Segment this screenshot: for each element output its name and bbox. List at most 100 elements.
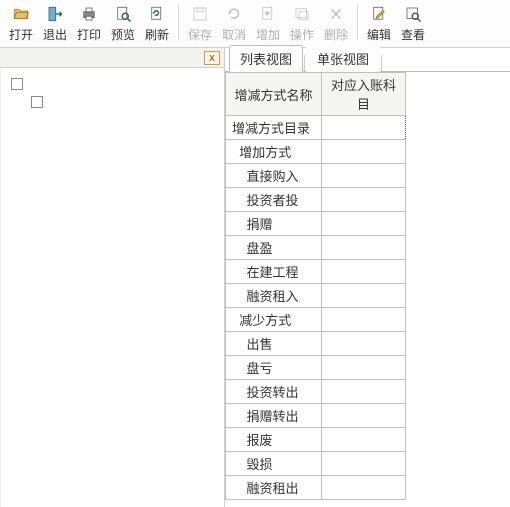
cell-name[interactable]: 投资转出: [226, 380, 322, 404]
delete-label: 删除: [324, 26, 348, 43]
cell-account[interactable]: [322, 332, 406, 356]
operate-label: 操作: [290, 26, 314, 43]
view-icon: [403, 4, 423, 24]
folder-open-icon: [11, 4, 31, 24]
save-icon: [190, 4, 210, 24]
table-row[interactable]: 盘盈: [226, 236, 406, 260]
cell-name[interactable]: 出售: [226, 332, 322, 356]
preview-button[interactable]: 预览: [107, 2, 139, 45]
preview-icon: [113, 4, 133, 24]
cell-account[interactable]: [322, 428, 406, 452]
cell-account[interactable]: [322, 380, 406, 404]
left-pane: x: [0, 48, 225, 507]
cell-account[interactable]: [322, 140, 406, 164]
view-button[interactable]: 查看: [397, 2, 429, 45]
table-row[interactable]: 报废: [226, 428, 406, 452]
right-pane: 列表视图 单张视图 增减方式名称 对应入账科目 增减方式目录 增加方式 直接购入…: [225, 48, 510, 507]
column-header-account[interactable]: 对应入账科目: [322, 73, 406, 116]
toolbar-separator: [178, 4, 179, 40]
table-row[interactable]: 减少方式: [226, 308, 406, 332]
cell-name[interactable]: 直接购入: [226, 164, 322, 188]
tree-view[interactable]: [0, 68, 224, 507]
cell-account[interactable]: [322, 260, 406, 284]
add-icon: [258, 4, 278, 24]
view-label: 查看: [401, 26, 425, 43]
table-row[interactable]: 捐赠: [226, 212, 406, 236]
cell-name[interactable]: 减少方式: [226, 308, 322, 332]
cell-name[interactable]: 捐赠转出: [226, 404, 322, 428]
tabs: 列表视图 单张视图: [225, 48, 510, 72]
cell-account[interactable]: [322, 284, 406, 308]
open-button[interactable]: 打开: [5, 2, 37, 45]
table-row[interactable]: 盘亏: [226, 356, 406, 380]
edit-icon: [369, 4, 389, 24]
refresh-button[interactable]: 刷新: [141, 2, 173, 45]
exit-button[interactable]: 退出: [39, 2, 71, 45]
main-area: x 列表视图 单张视图 增减方式名称 对应入账科目 增减方式目录 增加方式 直接: [0, 48, 510, 507]
cell-account[interactable]: [322, 404, 406, 428]
toolbar: 打开 退出 打印 预览 刷新 保存 取消: [0, 0, 510, 48]
cell-name[interactable]: 捐赠: [226, 212, 322, 236]
cell-account[interactable]: [322, 188, 406, 212]
delete-icon: [326, 4, 346, 24]
cell-name[interactable]: 增减方式目录: [226, 116, 322, 140]
left-pane-header: x: [0, 48, 224, 68]
table-row[interactable]: 投资转出: [226, 380, 406, 404]
close-pane-button[interactable]: x: [204, 51, 220, 65]
cell-name[interactable]: 融资租入: [226, 284, 322, 308]
add-label: 增加: [256, 26, 280, 43]
cell-name[interactable]: 增加方式: [226, 140, 322, 164]
cell-account[interactable]: [322, 116, 406, 140]
cell-account[interactable]: [322, 476, 406, 500]
cell-account[interactable]: [322, 212, 406, 236]
column-header-name[interactable]: 增减方式名称: [226, 73, 322, 116]
print-label: 打印: [77, 26, 101, 43]
cell-account[interactable]: [322, 308, 406, 332]
table-row[interactable]: 融资租出: [226, 476, 406, 500]
preview-label: 预览: [111, 26, 135, 43]
cell-account[interactable]: [322, 164, 406, 188]
add-button: 增加: [252, 2, 284, 45]
refresh-icon: [147, 4, 167, 24]
cell-name[interactable]: 盘盈: [226, 236, 322, 260]
cell-name[interactable]: 盘亏: [226, 356, 322, 380]
exit-label: 退出: [43, 26, 67, 43]
save-label: 保存: [188, 26, 212, 43]
table-row[interactable]: 融资租入: [226, 284, 406, 308]
cell-account[interactable]: [322, 356, 406, 380]
table-row[interactable]: 在建工程: [226, 260, 406, 284]
refresh-label: 刷新: [145, 26, 169, 43]
undo-icon: [224, 4, 244, 24]
tab-list-view[interactable]: 列表视图: [229, 45, 303, 72]
operate-button: 操作: [286, 2, 318, 45]
table-row[interactable]: 出售: [226, 332, 406, 356]
cell-name[interactable]: 在建工程: [226, 260, 322, 284]
delete-button: 删除: [320, 2, 352, 45]
tree-root-checkbox[interactable]: [11, 78, 23, 90]
open-label: 打开: [9, 26, 33, 43]
cell-name[interactable]: 毁损: [226, 452, 322, 476]
printer-icon: [79, 4, 99, 24]
data-grid[interactable]: 增减方式名称 对应入账科目 增减方式目录 增加方式 直接购入 投资者投 捐赠 盘…: [225, 72, 406, 500]
toolbar-separator: [357, 4, 358, 40]
print-button[interactable]: 打印: [73, 2, 105, 45]
edit-button[interactable]: 编辑: [363, 2, 395, 45]
tree-child-checkbox[interactable]: [31, 96, 43, 108]
exit-icon: [45, 4, 65, 24]
tab-form-view[interactable]: 单张视图: [306, 45, 380, 72]
table-row[interactable]: 直接购入: [226, 164, 406, 188]
table-row[interactable]: 增加方式: [226, 140, 406, 164]
tab-separator: [381, 55, 382, 71]
edit-label: 编辑: [367, 26, 391, 43]
cell-name[interactable]: 投资者投: [226, 188, 322, 212]
table-row[interactable]: 增减方式目录: [226, 116, 406, 140]
cell-name[interactable]: 报废: [226, 428, 322, 452]
cell-name[interactable]: 融资租出: [226, 476, 322, 500]
save-button: 保存: [184, 2, 216, 45]
cell-account[interactable]: [322, 452, 406, 476]
table-row[interactable]: 毁损: [226, 452, 406, 476]
cell-account[interactable]: [322, 236, 406, 260]
table-row[interactable]: 投资者投: [226, 188, 406, 212]
grid-container: 增减方式名称 对应入账科目 增减方式目录 增加方式 直接购入 投资者投 捐赠 盘…: [225, 72, 510, 500]
table-row[interactable]: 捐赠转出: [226, 404, 406, 428]
